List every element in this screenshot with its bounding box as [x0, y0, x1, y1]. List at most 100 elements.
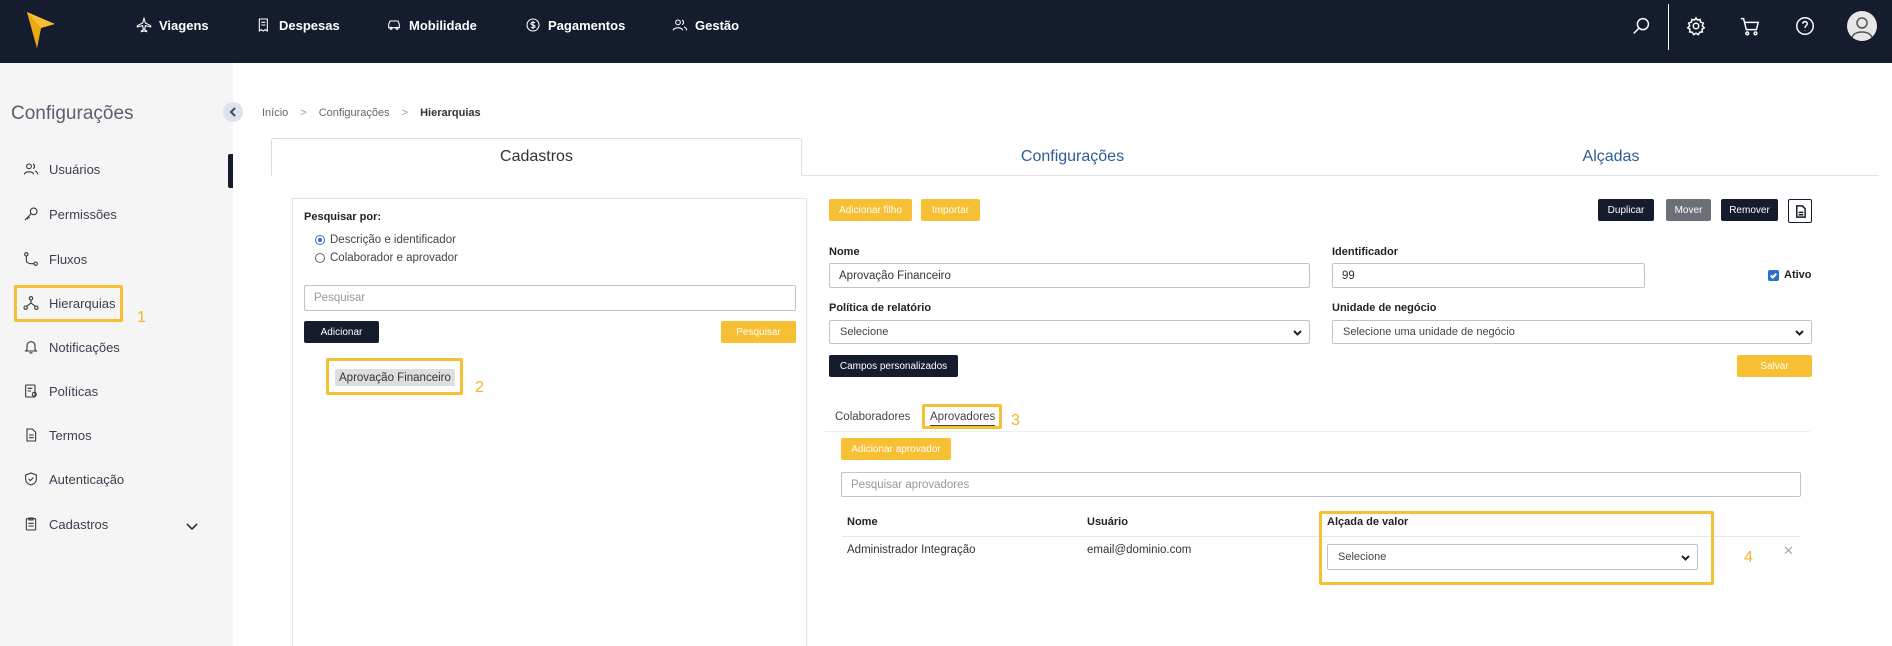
help-icon	[1796, 17, 1814, 35]
search-button[interactable]: Pesquisar	[721, 321, 796, 343]
nav-gestao[interactable]: Gestão	[672, 14, 739, 36]
nav-label: Pagamentos	[548, 17, 626, 33]
hierarchy-search-input[interactable]	[304, 285, 796, 311]
save-button[interactable]: Salvar	[1737, 355, 1812, 377]
sidebar-item-label: Termos	[49, 427, 92, 443]
tab-alcadas[interactable]: Alçadas	[1343, 138, 1879, 176]
approvers-search-input[interactable]	[841, 472, 1801, 497]
shield-icon	[25, 472, 37, 486]
active-checkbox[interactable]	[1768, 270, 1779, 281]
nav-label: Mobilidade	[409, 17, 477, 33]
nav-label: Gestão	[695, 17, 740, 33]
name-input[interactable]	[829, 263, 1310, 288]
remove-approver-close-icon[interactable]: ✕	[1783, 543, 1794, 559]
breadcrumb-current: Hierarquias	[420, 107, 481, 119]
policy-icon	[25, 384, 37, 398]
sidebar-item-label: Usuários	[49, 161, 101, 177]
document-icon	[26, 428, 37, 442]
sidebar-item-label: Notificações	[49, 339, 120, 355]
remove-button[interactable]: Remover	[1721, 199, 1778, 221]
custom-fields-button[interactable]: Campos personalizados	[829, 355, 958, 377]
sidebar-title: Configurações	[11, 103, 134, 124]
sidebar-item-permissoes[interactable]: Permissões	[23, 203, 117, 225]
add-approver-button[interactable]: Adicionar aprovador	[841, 438, 951, 460]
receipt-icon	[258, 18, 268, 32]
add-child-button[interactable]: Adicionar filho	[829, 199, 912, 221]
nav-label: Despesas	[279, 17, 340, 33]
logo-icon[interactable]	[25, 10, 57, 50]
annotation-number-2: 2	[475, 379, 484, 396]
annotation-number-1: 1	[137, 309, 146, 326]
search-button[interactable]	[1631, 15, 1653, 37]
export-document-button[interactable]	[1788, 199, 1812, 223]
duplicate-button[interactable]: Duplicar	[1598, 199, 1654, 221]
radio-button[interactable]	[315, 253, 325, 263]
breadcrumb-parent[interactable]: Configurações	[319, 107, 390, 119]
sidebar-item-autenticacao[interactable]: Autenticação	[23, 468, 124, 490]
business-unit-select[interactable]: Selecione uma unidade de negócio	[1332, 320, 1812, 344]
breadcrumb: Início > Configurações > Hierarquias	[262, 107, 481, 119]
highlight-box-3	[922, 404, 1002, 429]
highlight-box-2	[326, 358, 463, 395]
radio-collaborator-approver[interactable]: Colaborador e aprovador	[315, 251, 458, 265]
highlight-box-4	[1319, 511, 1714, 585]
tab-configuracoes[interactable]: Configurações	[802, 138, 1343, 176]
import-button[interactable]: Importar	[921, 199, 980, 221]
nav-despesas[interactable]: Despesas	[256, 14, 340, 36]
cart-button[interactable]	[1739, 15, 1761, 37]
key-icon	[24, 207, 38, 221]
identifier-label: Identificador	[1332, 246, 1399, 258]
sidebar-item-label: Autenticação	[49, 471, 125, 487]
breadcrumb-home[interactable]: Início	[262, 107, 288, 119]
help-button[interactable]	[1794, 15, 1816, 37]
breadcrumb-separator-icon: >	[300, 107, 307, 119]
sidebar-item-cadastros[interactable]: Cadastros	[23, 513, 108, 535]
move-button[interactable]: Mover	[1666, 199, 1711, 221]
avatar[interactable]	[1847, 11, 1877, 41]
main-tabs: Cadastros Configurações Alçadas	[271, 138, 1879, 176]
bell-icon	[24, 341, 38, 354]
sidebar-item-label: Fluxos	[49, 251, 88, 267]
column-header-name: Nome	[847, 516, 878, 528]
nav-label: Viagens	[159, 17, 209, 33]
flow-icon	[24, 252, 38, 266]
radio-button-checked[interactable]	[315, 235, 325, 245]
approver-email: email@dominio.com	[1087, 544, 1192, 556]
add-button[interactable]: Adicionar	[304, 321, 379, 343]
report-policy-label: Política de relatório	[829, 302, 932, 314]
sidebar-item-usuarios[interactable]: Usuários	[23, 158, 100, 180]
sidebar-active-marker	[228, 154, 233, 188]
sidebar-collapse-button[interactable]	[223, 102, 243, 122]
sidebar-item-fluxos[interactable]: Fluxos	[23, 248, 87, 270]
sidebar-item-label: Políticas	[49, 383, 99, 399]
cadastros-expand-toggle[interactable]	[185, 519, 199, 533]
nav-viagens[interactable]: Viagens	[136, 14, 209, 36]
identifier-input[interactable]	[1332, 263, 1645, 288]
business-unit-label: Unidade de negócio	[1332, 302, 1437, 314]
cart-icon	[1740, 17, 1760, 36]
subtab-colaboradores[interactable]: Colaboradores	[835, 411, 910, 423]
report-policy-select[interactable]: Selecione	[829, 320, 1310, 344]
users-icon	[672, 19, 688, 31]
airplane-icon	[136, 17, 152, 33]
nav-mobilidade[interactable]: Mobilidade	[386, 14, 477, 36]
user-avatar-icon	[1851, 17, 1873, 39]
top-navigation-bar: Viagens Despesas Mobilidade Pagamentos G…	[0, 0, 1892, 63]
radio-description-identifier[interactable]: Descrição e identificador	[315, 233, 456, 247]
checkmark-icon	[1770, 272, 1778, 280]
sidebar-item-politicas[interactable]: Políticas	[23, 380, 98, 402]
column-header-user: Usuário	[1087, 516, 1128, 528]
name-label: Nome	[829, 246, 860, 258]
registry-icon	[25, 517, 37, 531]
sidebar-item-termos[interactable]: Termos	[23, 424, 92, 446]
chevron-down-icon	[186, 523, 198, 531]
active-label: Ativo	[1784, 269, 1812, 281]
settings-button[interactable]	[1685, 15, 1707, 37]
nav-divider	[1668, 4, 1669, 50]
nav-pagamentos[interactable]: Pagamentos	[525, 14, 625, 36]
tab-cadastros[interactable]: Cadastros	[271, 138, 802, 176]
sidebar-item-notificacoes[interactable]: Notificações	[23, 336, 120, 358]
select-value: Selecione uma unidade de negócio	[1343, 326, 1515, 338]
annotation-number-4: 4	[1744, 549, 1753, 566]
annotation-number-3: 3	[1011, 412, 1020, 429]
